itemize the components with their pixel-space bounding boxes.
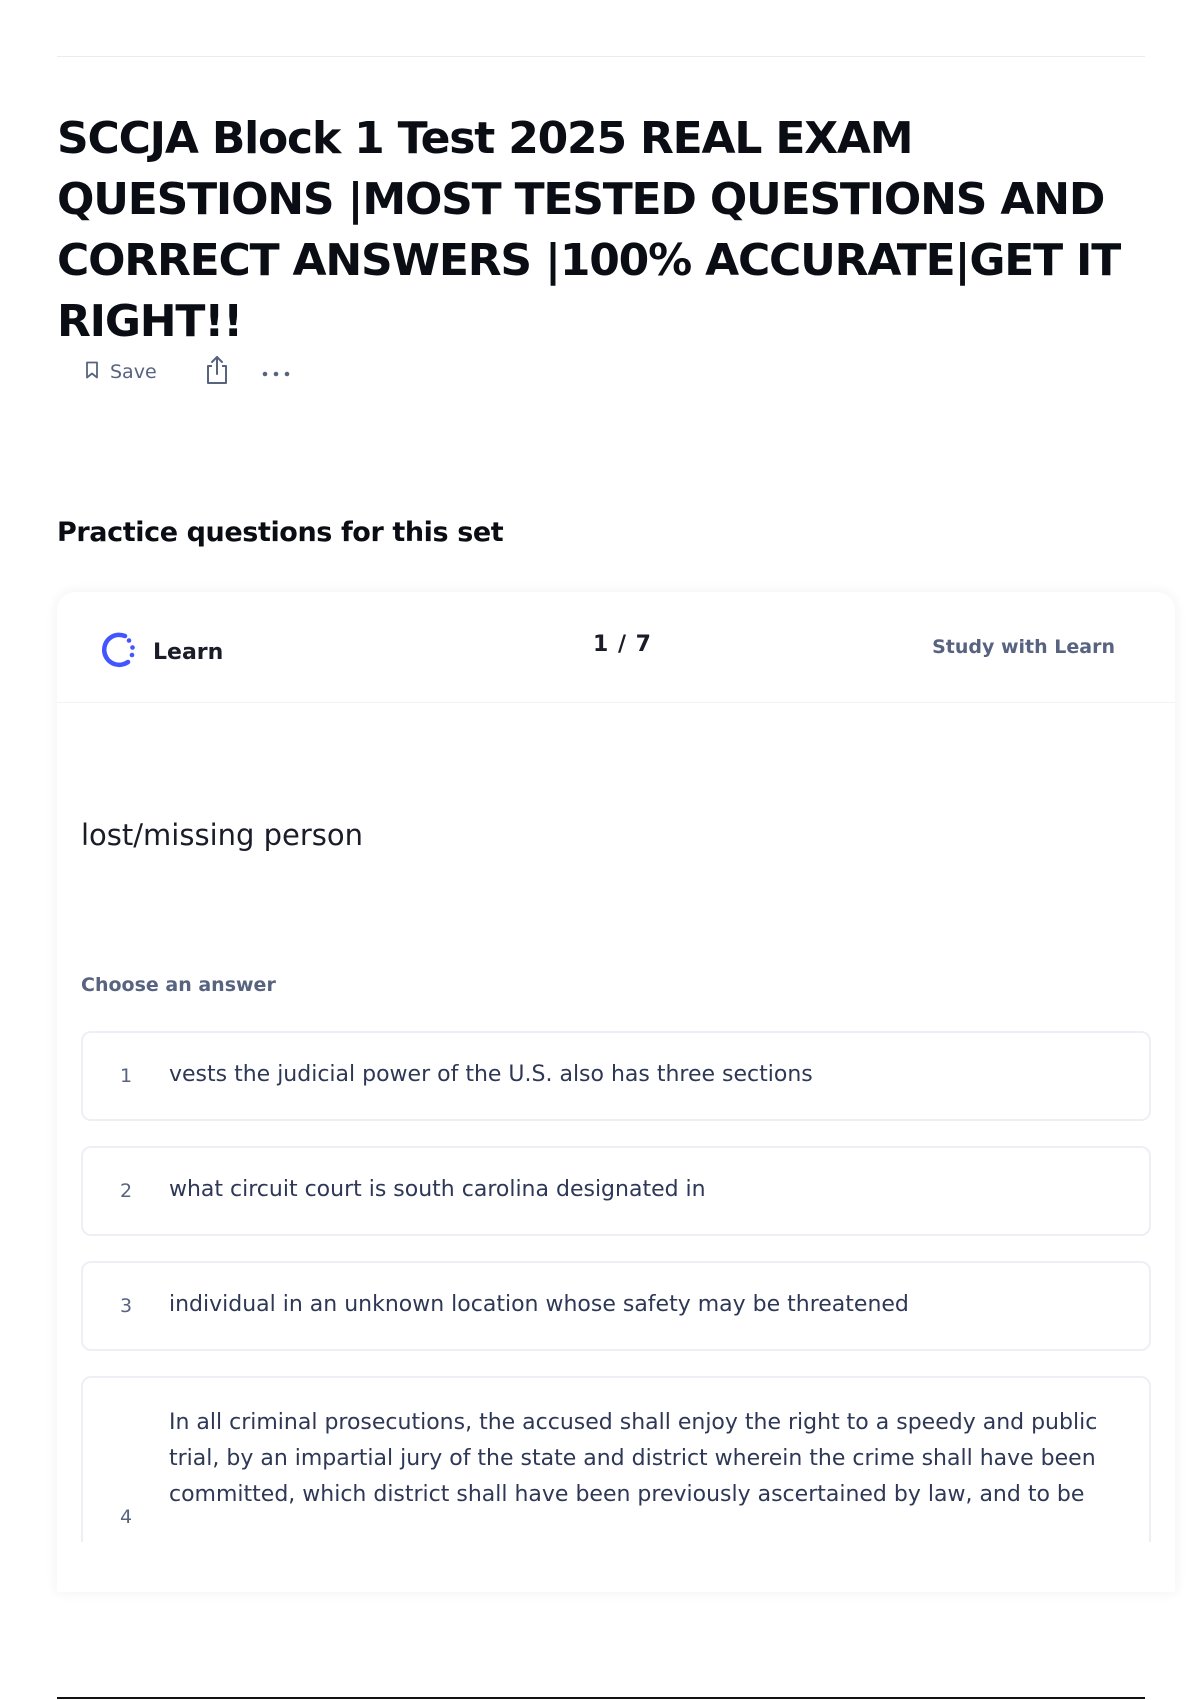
share-icon — [203, 354, 231, 390]
answer-number: 4 — [120, 1506, 133, 1528]
action-bar: Save — [84, 352, 291, 392]
answer-number: 2 — [120, 1180, 133, 1202]
answer-option-3[interactable]: 3 individual in an unknown location whos… — [81, 1261, 1151, 1351]
save-label: Save — [110, 361, 157, 383]
answer-text: what circuit court is south carolina des… — [169, 1177, 706, 1202]
bookmark-icon — [84, 360, 100, 384]
save-button[interactable]: Save — [84, 360, 157, 384]
learn-label: Learn — [153, 639, 224, 665]
card-cutoff — [57, 1542, 1175, 1592]
more-options-button[interactable] — [261, 363, 291, 382]
answer-text: vests the judicial power of the U.S. als… — [169, 1062, 813, 1087]
answer-option-2[interactable]: 2 what circuit court is south carolina d… — [81, 1146, 1151, 1236]
choose-answer-label: Choose an answer — [81, 974, 276, 996]
share-button[interactable] — [203, 354, 231, 390]
answer-number: 1 — [120, 1065, 133, 1087]
answer-number: 3 — [120, 1295, 133, 1317]
page-title: SCCJA Block 1 Test 2025 REAL EXAM QUESTI… — [57, 113, 1121, 347]
more-icon — [261, 363, 291, 382]
learn-card-header: Learn 1 / 7 Study with Learn — [57, 592, 1175, 703]
study-with-learn-link[interactable]: Study with Learn — [932, 636, 1115, 658]
learn-card: Learn 1 / 7 Study with Learn lost/missin… — [57, 592, 1175, 1592]
question-progress: 1 / 7 — [593, 632, 652, 657]
question-prompt: lost/missing person — [81, 818, 364, 852]
answer-option-1[interactable]: 1 vests the judicial power of the U.S. a… — [81, 1031, 1151, 1121]
learn-mode-icon — [95, 628, 139, 676]
answer-text: In all criminal prosecutions, the accuse… — [169, 1410, 1098, 1507]
learn-brand: Learn — [95, 628, 223, 676]
top-divider — [57, 56, 1145, 57]
bottom-divider — [57, 1697, 1145, 1699]
practice-heading: Practice questions for this set — [57, 517, 504, 548]
answer-text: individual in an unknown location whose … — [169, 1292, 909, 1317]
